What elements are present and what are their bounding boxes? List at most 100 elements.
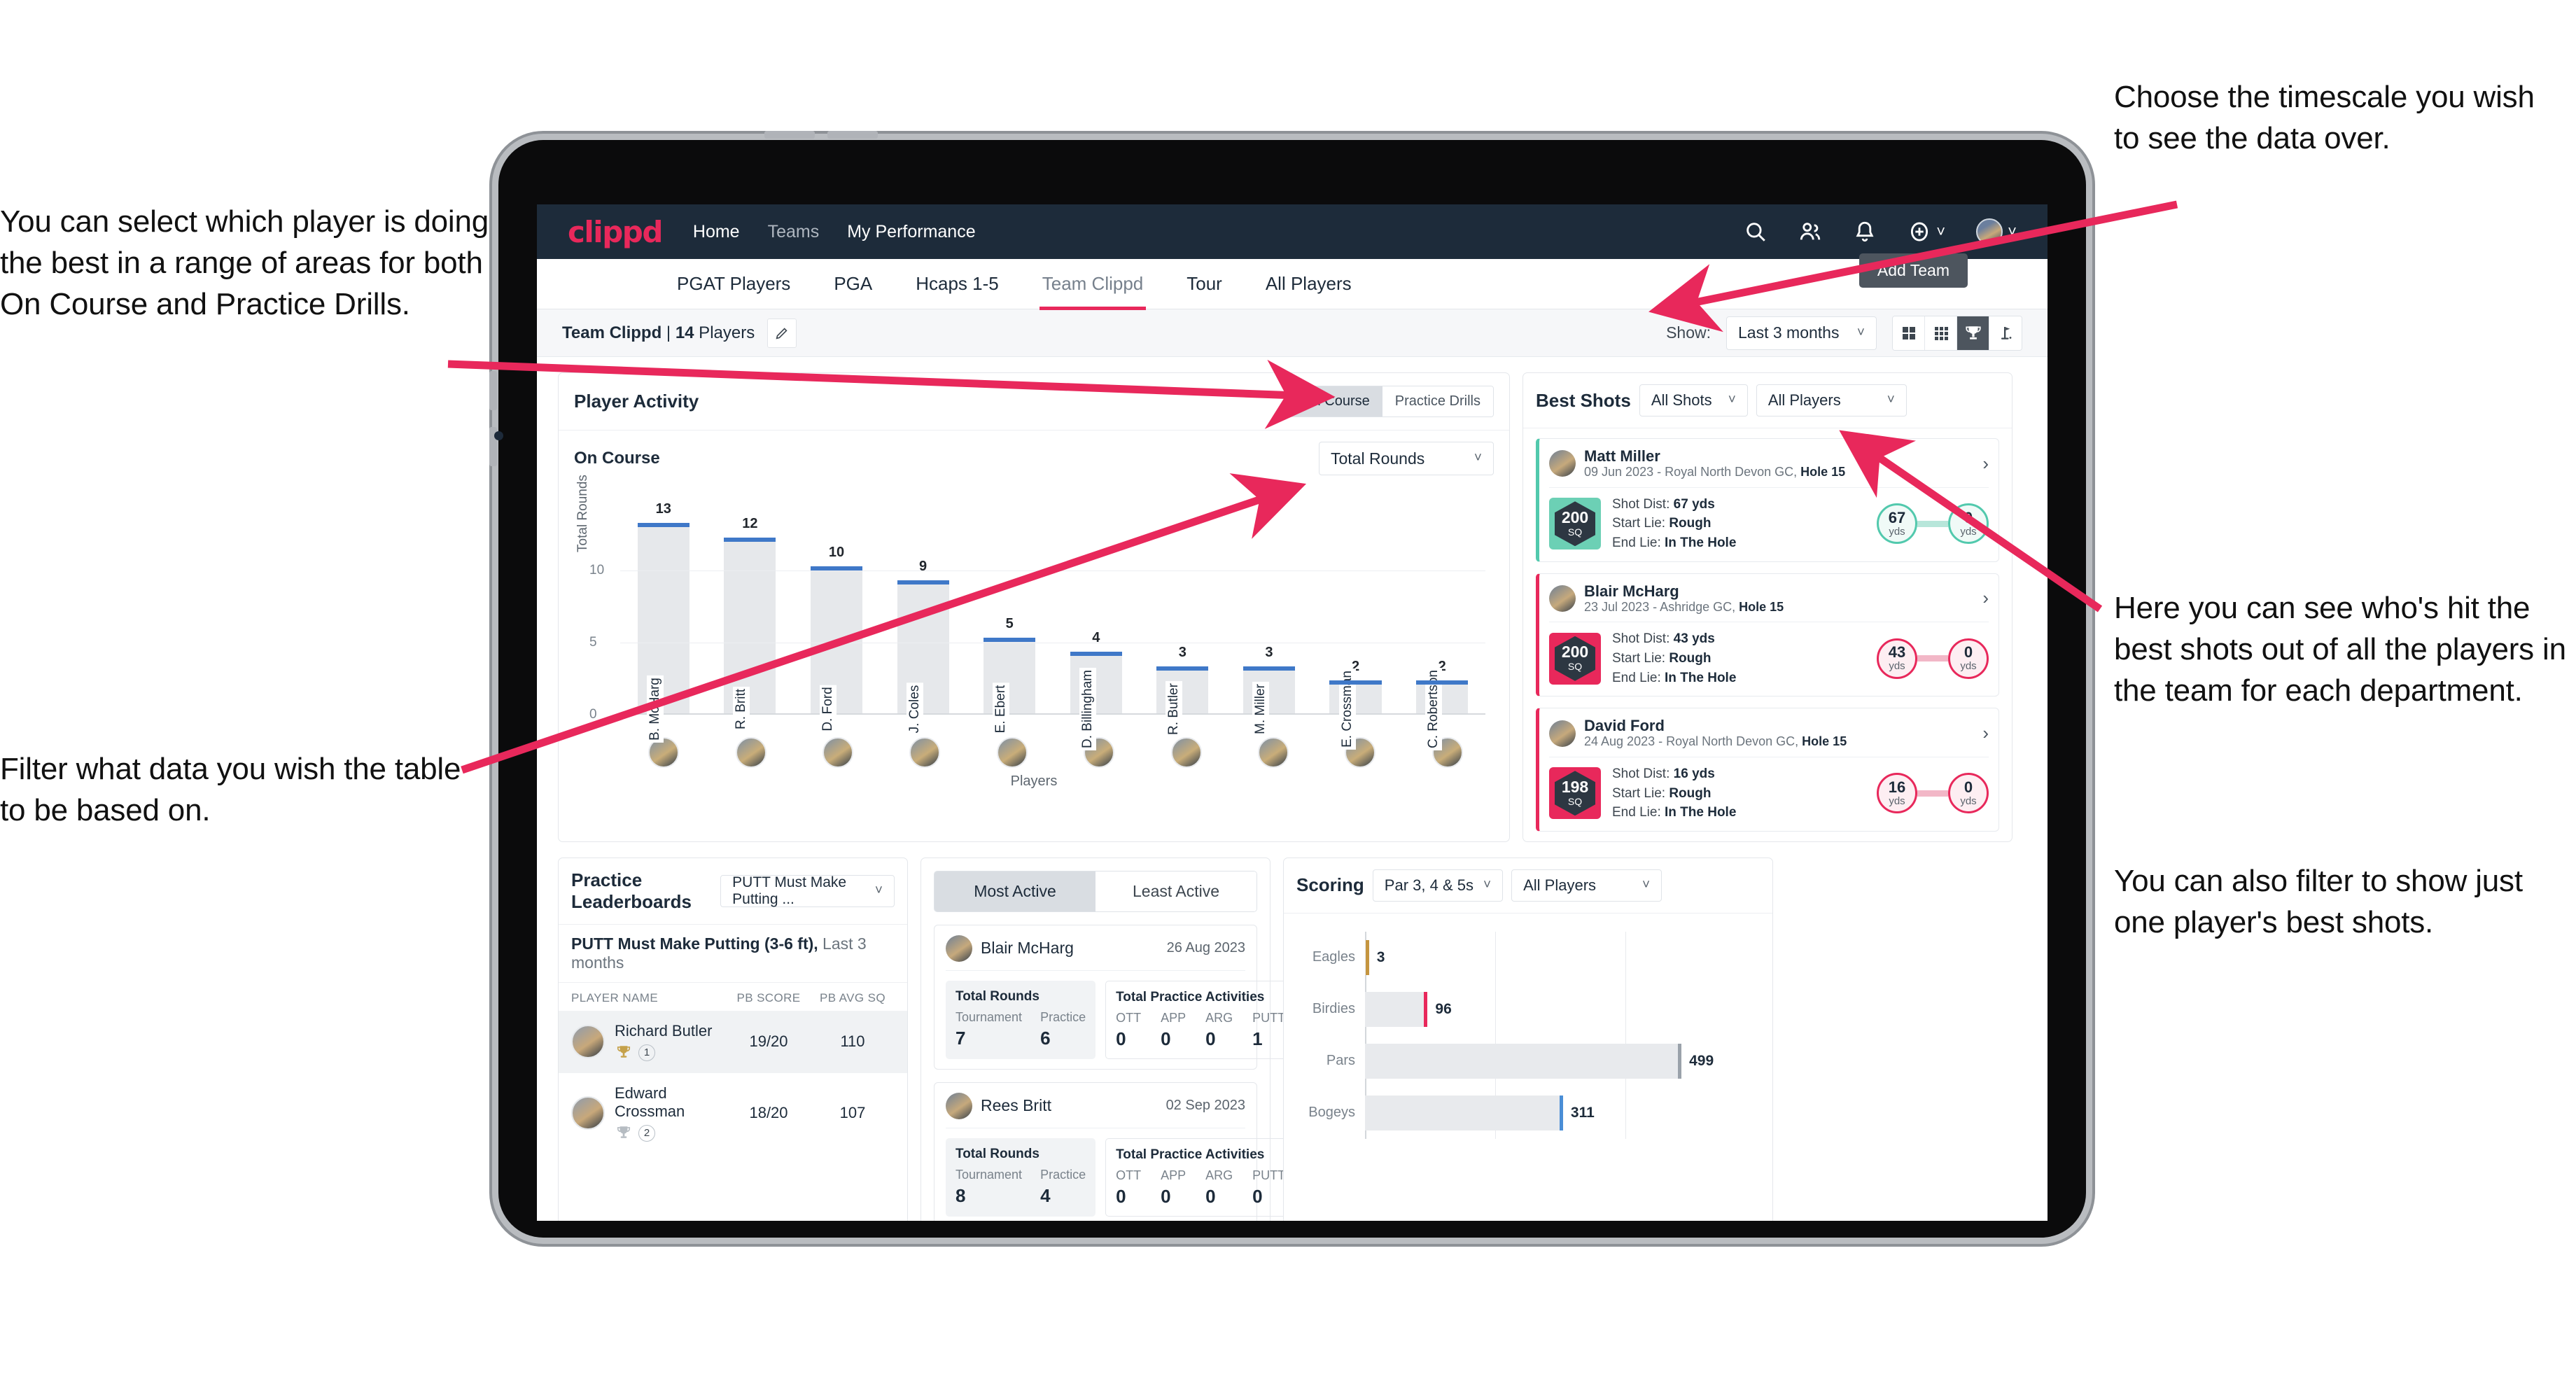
best-shot-card[interactable]: Matt Miller 09 Jun 2023 - Royal North Dev…: [1536, 438, 1999, 562]
view-grid-9-button[interactable]: [1925, 316, 1957, 350]
player-avatar[interactable]: [996, 737, 1028, 768]
scoring-row[interactable]: Pars 499: [1301, 1035, 1756, 1087]
chart-bar-group[interactable]: 3 M. Miller: [1226, 513, 1312, 736]
chevron-right-icon[interactable]: ›: [1982, 722, 1989, 744]
scoring-bar[interactable]: [1365, 1043, 1682, 1079]
activity-player-name: Rees Britt: [981, 1096, 1051, 1115]
view-grid-4-button[interactable]: [1893, 316, 1925, 350]
chart-bar-label: D. Billingham: [1079, 668, 1096, 750]
view-mode-group: [1892, 315, 2022, 351]
scoring-bar[interactable]: [1365, 991, 1428, 1027]
scoring-bar[interactable]: [1365, 1095, 1563, 1130]
table-row[interactable]: Richard Butler 1 19/20 110: [559, 1010, 907, 1073]
player-avatar[interactable]: [1258, 737, 1289, 768]
player-avatar[interactable]: [822, 737, 854, 768]
player-avatar[interactable]: [909, 737, 941, 768]
chart-bar-group[interactable]: 3 R. Butler: [1140, 513, 1226, 737]
player-avatar[interactable]: [735, 737, 766, 768]
segment-on-course[interactable]: On Course: [1289, 386, 1382, 416]
bell-icon[interactable]: [1853, 220, 1877, 244]
scoring-row[interactable]: Birdies 96: [1301, 983, 1756, 1035]
search-icon[interactable]: [1744, 220, 1768, 244]
activity-player-card[interactable]: Rees Britt 02 Sep 2023 Total Rounds Tournam…: [934, 1082, 1296, 1221]
chart-bar-group[interactable]: 4 D. Billingham: [1053, 513, 1140, 750]
chart-bar[interactable]: E. Crossman: [1329, 668, 1382, 750]
drill-select[interactable]: PUTT Must Make Putting ... ˅: [720, 874, 895, 907]
activity-player-card[interactable]: Blair McHarg 26 Aug 2023 Total Rounds Tourn…: [934, 924, 1296, 1070]
metric-value: Total Rounds: [1331, 449, 1425, 468]
people-icon[interactable]: [1798, 220, 1822, 244]
chart-bar[interactable]: M. Miller: [1242, 666, 1296, 736]
best-shot-card[interactable]: David Ford 24 Aug 2023 - Royal North Devo…: [1536, 708, 1999, 832]
chart-bar[interactable]: B. McHarg: [637, 523, 690, 743]
best-shot-card[interactable]: Blair McHarg 23 Jul 2023 - Ashridge GC, H…: [1536, 573, 1999, 697]
tab-least-active[interactable]: Least Active: [1096, 871, 1256, 911]
user-menu[interactable]: ˅: [1976, 218, 2017, 245]
annotation-left-bottom: Filter what data you wish the table to b…: [0, 752, 461, 827]
avatar-cell: [881, 737, 968, 768]
chart-bar-group[interactable]: 5 E. Ebert: [966, 513, 1053, 736]
tab-team-clippd[interactable]: Team Clippd: [1039, 262, 1147, 310]
edit-team-button[interactable]: [767, 318, 797, 348]
leaderboard-player-name: Richard Butler: [615, 1021, 713, 1040]
clippd-logo[interactable]: clippd: [568, 215, 663, 249]
pencil-icon: [776, 327, 788, 339]
tab-pga[interactable]: PGA: [831, 262, 875, 306]
chart-bar-group[interactable]: 2 C. Robertson: [1399, 513, 1485, 750]
chart-bar-group[interactable]: 10 D. Ford: [793, 513, 880, 734]
chart-bar-label: J. Coles: [906, 682, 923, 736]
app-header: clippd Home Teams My Performance ˅ ˅: [537, 204, 2047, 259]
chevron-right-icon[interactable]: ›: [1982, 453, 1989, 475]
shot-meta: 23 Jul 2023 - Ashridge GC, Hole 15: [1584, 599, 1784, 614]
shot-connector: [1917, 655, 1948, 662]
scoring-bar[interactable]: [1365, 939, 1369, 975]
activity-value: 8: [955, 1184, 966, 1206]
table-row[interactable]: Edward Crossman 2 18/20 107: [559, 1073, 907, 1154]
segment-practice-drills[interactable]: Practice Drills: [1382, 386, 1493, 416]
chart-bar-group[interactable]: 12 R. Britt: [707, 513, 794, 732]
scoring-category-label: Birdies: [1312, 1001, 1355, 1017]
activity-value: 0: [1116, 1185, 1126, 1207]
chart-bar-label: D. Ford: [819, 685, 836, 734]
plus-circle-button[interactable]: ˅: [1907, 220, 1945, 244]
chevron-down-icon: ˅: [1936, 223, 1946, 240]
shot-quality-unit: SQ: [1567, 795, 1583, 807]
scoring-row[interactable]: Eagles 3: [1301, 931, 1756, 983]
chart-bar[interactable]: E. Ebert: [983, 637, 1036, 736]
scoring-player-filter[interactable]: All Players ˅: [1511, 869, 1662, 902]
nav-home[interactable]: Home: [693, 222, 740, 242]
tab-pgat-players[interactable]: PGAT Players: [674, 262, 793, 306]
chart-bar-group[interactable]: 9 J. Coles: [880, 513, 967, 736]
total-rounds-pane: Total Rounds Tournament 7 Practice 6: [946, 980, 1096, 1059]
nav-my-performance[interactable]: My Performance: [847, 222, 975, 242]
view-flag-button[interactable]: [1989, 316, 2022, 350]
best-shots-shot-filter[interactable]: All Shots ˅: [1639, 384, 1748, 416]
chart-bar[interactable]: J. Coles: [897, 580, 949, 736]
timescale-select[interactable]: Last 3 months ˅: [1726, 316, 1877, 350]
chart-bar[interactable]: D. Ford: [810, 566, 863, 734]
chart-bar[interactable]: C. Robertson: [1416, 668, 1469, 750]
scoring-par-filter[interactable]: Par 3, 4 & 5s ˅: [1372, 869, 1504, 902]
chart-bar-group[interactable]: 13 B. McHarg: [620, 501, 707, 743]
best-shots-player-filter[interactable]: All Players ˅: [1756, 384, 1907, 416]
chevron-down-icon: ˅: [874, 883, 883, 898]
metric-select[interactable]: Total Rounds ˅: [1319, 442, 1494, 475]
chart-bar[interactable]: D. Billingham: [1070, 652, 1123, 750]
player-avatar[interactable]: [1170, 737, 1202, 768]
shot-distance-diagram: 43 yds 0 yds: [1877, 638, 1989, 679]
tab-all-players[interactable]: All Players: [1263, 262, 1354, 306]
scoring-title: Scoring: [1296, 874, 1364, 896]
tab-tour[interactable]: Tour: [1184, 262, 1225, 306]
chart-bar[interactable]: R. Butler: [1156, 666, 1209, 737]
tab-hcaps-1-5[interactable]: Hcaps 1-5: [913, 262, 1002, 306]
chart-bar-group[interactable]: 2 E. Crossman: [1312, 513, 1399, 750]
chart-bar[interactable]: R. Britt: [724, 537, 776, 732]
chevron-right-icon[interactable]: ›: [1982, 587, 1989, 609]
tab-most-active[interactable]: Most Active: [934, 871, 1096, 911]
scoring-row[interactable]: Bogeys 311: [1301, 1086, 1756, 1139]
view-trophy-button[interactable]: [1957, 316, 1989, 350]
nav-teams[interactable]: Teams: [768, 222, 820, 242]
scoring-category-label: Pars: [1326, 1053, 1355, 1069]
practice-leaderboards-card: Practice Leaderboards PUTT Must Make Put…: [558, 857, 908, 1221]
chart-bar-label: M. Miller: [1252, 682, 1269, 736]
